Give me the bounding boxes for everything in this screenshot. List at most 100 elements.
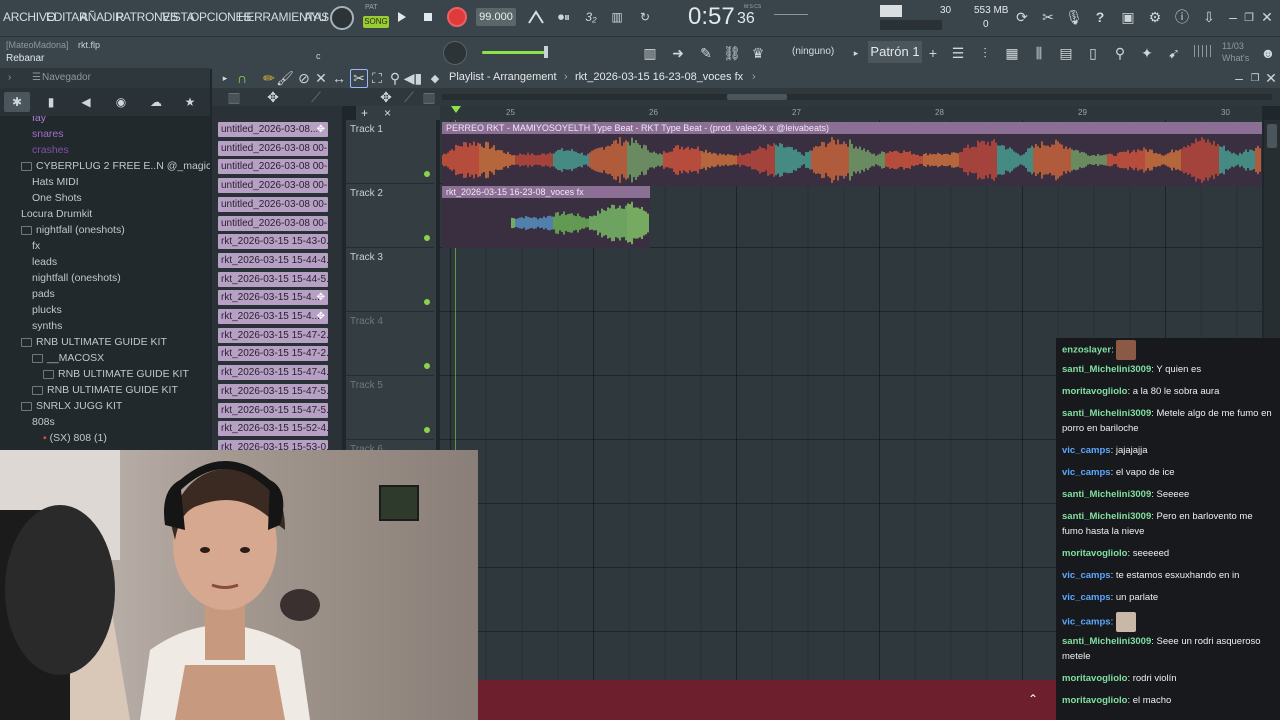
wait-record-icon[interactable]: ⏺⏸ [553, 8, 575, 26]
draw-icon[interactable]: ⟋ [402, 88, 416, 106]
speaker-icon[interactable]: ◀ [73, 92, 99, 112]
slider-handle[interactable] [544, 46, 548, 58]
project-tab-icon[interactable]: ▮ [38, 92, 64, 112]
track-header[interactable]: Track 4 [346, 312, 434, 376]
paint-icon[interactable]: ✎ [696, 43, 716, 63]
clip-source-item[interactable]: untitled_2026-03-08 00-... [218, 196, 328, 212]
clip-source-item[interactable]: untitled_2026-03-08 00-... [218, 140, 328, 156]
pattern-selector[interactable]: Patrón 1 [868, 41, 922, 63]
browser-tree-item[interactable]: Hats MIDI [32, 176, 79, 188]
swap-icon[interactable]: ✥ [378, 88, 394, 106]
bars-icon[interactable]: ✥ [264, 88, 282, 106]
browser-tree-item[interactable]: nightfall (oneshots) [32, 272, 121, 284]
feedback-icon[interactable]: ☻ [1258, 43, 1278, 63]
track-enable-led[interactable] [424, 235, 430, 241]
chat-username[interactable]: santi_Michelini3009 [1062, 511, 1151, 522]
mixer-icon[interactable]: ▦ [1002, 43, 1022, 63]
menu-ayuda[interactable]: AYU [304, 10, 327, 24]
settings-icon[interactable]: ⚙ [1145, 8, 1165, 26]
master-pitch-knob[interactable] [443, 41, 467, 65]
browser-tree-item[interactable]: snares [32, 128, 64, 140]
close-icon[interactable]: × [384, 106, 391, 120]
link-icon[interactable]: ⛓ [722, 43, 742, 63]
minimize-icon[interactable]: – [1226, 8, 1240, 26]
zoom-icon[interactable]: ⚲ [388, 70, 402, 86]
chevron-right-icon[interactable]: ▸ [850, 43, 862, 63]
arrow-right-icon[interactable]: ➜ [668, 43, 688, 63]
clip-source-item[interactable]: rkt_2026-03-15 15-44-5... [218, 271, 328, 287]
browser-tree-item[interactable]: synths [32, 320, 62, 332]
undo-history-icon[interactable]: ⟳ [1012, 8, 1032, 26]
chat-username[interactable]: vic_camps [1062, 617, 1111, 628]
clip-source-item[interactable]: rkt_2026-03-15 15-43-0... [218, 234, 328, 250]
download-icon[interactable]: ⇩ [1199, 8, 1219, 26]
chat-username[interactable]: enzoslayer [1062, 345, 1111, 356]
playback-icon[interactable]: ◀▮ [404, 70, 422, 86]
delete-icon[interactable]: ⊘ [297, 70, 311, 86]
clip-source-item[interactable]: rkt_2026-03-15 15-4... ✥ [218, 290, 328, 306]
playhead-marker[interactable] [451, 106, 461, 113]
piano-icon[interactable]: ▥ [422, 88, 436, 106]
channel-rack-icon[interactable]: ⫶ [975, 43, 995, 63]
track-enable-led[interactable] [424, 171, 430, 177]
playlist-icon[interactable]: ☰ [948, 43, 968, 63]
faders-icon[interactable]: ⫼ [1029, 43, 1049, 63]
chat-username[interactable]: vic_camps [1062, 592, 1111, 603]
select-icon[interactable]: ⛶ [370, 70, 384, 86]
chat-username[interactable]: moritavogliolo [1062, 673, 1127, 684]
help-icon[interactable]: ? [1090, 8, 1110, 26]
browser-tree-item[interactable]: RNB ULTIMATE GUIDE KIT [21, 336, 167, 348]
chat-username[interactable]: moritavogliolo [1062, 695, 1127, 706]
brush-icon[interactable]: 🖌 [276, 70, 294, 86]
clip-source-item[interactable]: rkt_2026-03-15 15-47-4... [218, 365, 328, 381]
chat-username[interactable]: santi_Michelini3009 [1062, 408, 1151, 419]
clip-source-item[interactable]: untitled_2026-03-08 00-... [218, 159, 328, 175]
mute-icon[interactable]: ✕ [314, 70, 328, 86]
add-track-icon[interactable]: + [361, 106, 368, 120]
browser-tree-item[interactable]: fay [32, 116, 46, 124]
browser-tree-item[interactable]: SNRLX JUGG KIT [21, 400, 122, 412]
clip-source-item[interactable]: untitled_2026-03-08... ✥ [218, 122, 328, 137]
piano-roll-icon[interactable]: ▥ [640, 43, 660, 63]
add-pattern-icon[interactable]: + [926, 43, 940, 63]
current-clip-name[interactable]: rkt_2026-03-15 16-23-08_voces fx [575, 71, 743, 83]
track-header[interactable]: Track 5 [346, 376, 434, 440]
plugin-icon[interactable]: ⚲ [1110, 43, 1130, 63]
slip-icon[interactable]: ↔ [332, 70, 346, 86]
news-text[interactable]: What's [1222, 53, 1249, 63]
burger-icon[interactable]: ☰ [32, 72, 41, 83]
master-volume-slider[interactable] [482, 51, 546, 54]
browser-tree-item[interactable]: RNB ULTIMATE GUIDE KIT [43, 368, 189, 380]
plugin-tab-icon[interactable]: ◉ [108, 92, 134, 112]
scrollbar-thumb[interactable] [727, 94, 787, 100]
magnet-icon[interactable]: ∩ [234, 70, 250, 86]
chat-username[interactable]: moritavogliolo [1062, 386, 1127, 397]
scrollbar-thumb[interactable] [1267, 124, 1277, 148]
tools-icon[interactable]: ✦ [1137, 43, 1157, 63]
browser-icon[interactable]: ▯ [1083, 43, 1103, 63]
chat-username[interactable]: vic_camps [1062, 467, 1111, 478]
clip-source-item[interactable]: rkt_2026-03-15 15-47-2... [218, 346, 328, 362]
browser-tree-item[interactable]: pads [32, 288, 55, 300]
track-enable-led[interactable] [424, 299, 430, 305]
browser-tree-item[interactable]: fx [32, 240, 40, 252]
cut-icon[interactable]: ✂ [1038, 8, 1058, 26]
chevron-right-icon[interactable]: › [8, 72, 11, 83]
clip-source-item[interactable]: rkt_2026-03-15 15-44-4... [218, 252, 328, 268]
clip-source-item[interactable]: rkt_2026-03-15 15-47-5... [218, 383, 328, 399]
chat-username[interactable]: santi_Michelini3009 [1062, 364, 1151, 375]
chat-username[interactable]: vic_camps [1062, 570, 1111, 581]
browser-tree-item[interactable]: RNB ULTIMATE GUIDE KIT [32, 384, 178, 396]
track-enable-led[interactable] [424, 427, 430, 433]
browser-tree-item[interactable]: ▪ (SX) 808 (1) [43, 432, 107, 444]
cloud-icon[interactable]: ☁ [143, 92, 169, 112]
play-icon[interactable]: ▸ [218, 70, 232, 86]
chat-username[interactable]: santi_Michelini3009 [1062, 489, 1151, 500]
stop-icon[interactable] [420, 8, 436, 26]
song-mode-toggle[interactable]: SONG [363, 16, 389, 28]
maximize-icon[interactable]: ❐ [1248, 70, 1262, 86]
minimize-icon[interactable]: – [1232, 70, 1246, 86]
track-header[interactable]: Track 1 [346, 120, 434, 184]
favorites-icon[interactable]: ★ [177, 92, 203, 112]
save-icon[interactable]: ▣ [1118, 8, 1138, 26]
